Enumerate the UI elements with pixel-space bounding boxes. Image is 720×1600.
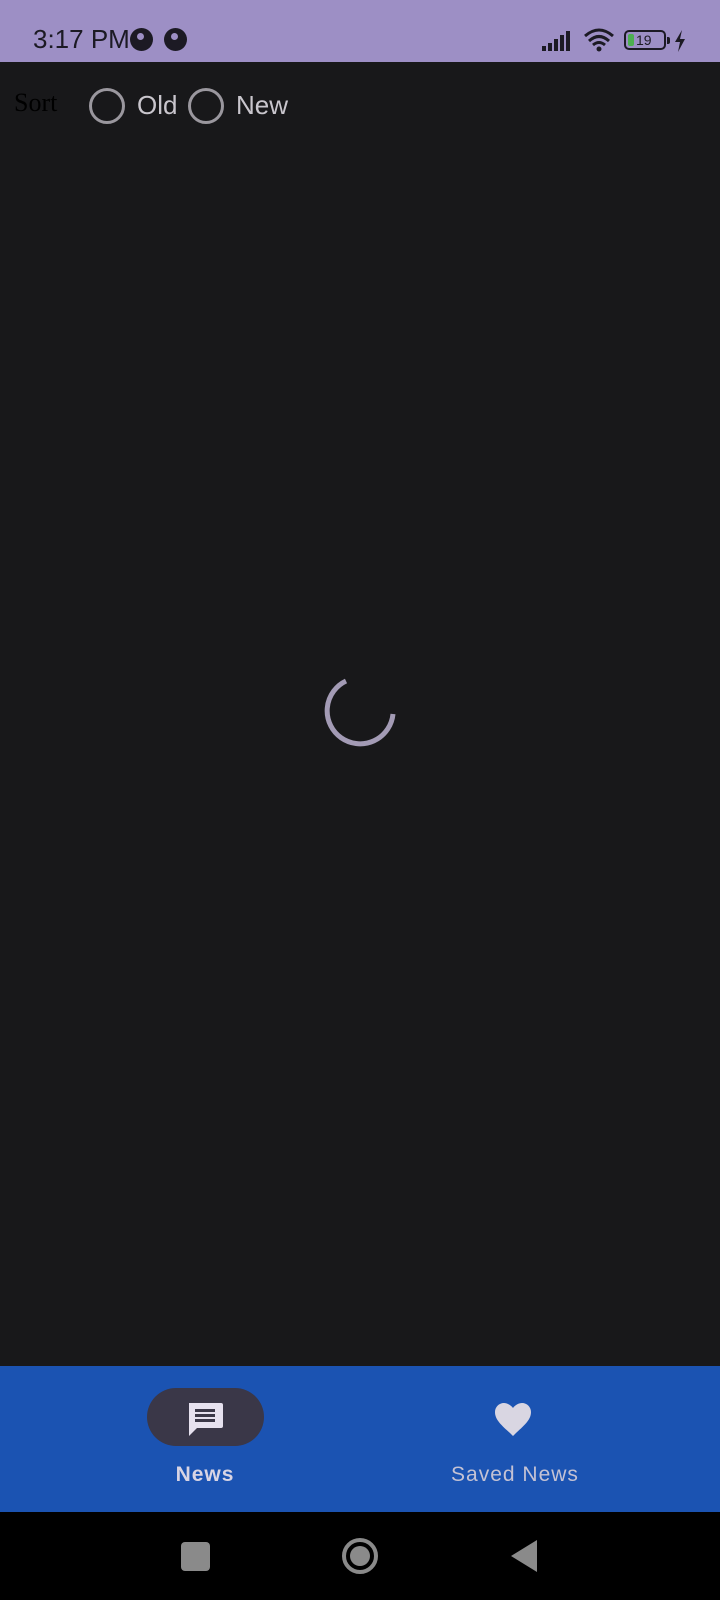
signal-icon (542, 31, 570, 51)
sort-old-label[interactable]: Old (137, 90, 177, 120)
system-nav-bar (0, 1512, 720, 1600)
home-icon[interactable] (341, 1537, 379, 1575)
sort-new-radio[interactable] (188, 88, 224, 124)
nav-item-news[interactable]: News (0, 1366, 360, 1512)
sort-label: Sort (14, 88, 58, 117)
wifi-icon (584, 28, 614, 52)
status-time: 3:17 PM (33, 24, 130, 54)
heart-icon (495, 1403, 531, 1436)
status-bar: 3:17 PM 19 (0, 0, 720, 62)
nav-label-news: News (175, 1463, 235, 1486)
charging-icon (675, 30, 685, 52)
nav-item-saved-news[interactable]: Saved News (360, 1366, 720, 1512)
sort-new-label[interactable]: New (236, 90, 288, 120)
bottom-nav: News Saved News (0, 1366, 720, 1512)
nav-label-saved-news: Saved News (451, 1463, 579, 1486)
app-notification-icon (164, 28, 187, 51)
chat-icon (189, 1403, 223, 1436)
spinner-icon (324, 678, 396, 747)
battery-fill (628, 34, 634, 46)
app-notification-icon (130, 28, 153, 51)
back-icon[interactable] (510, 1539, 538, 1573)
sort-old-radio[interactable] (89, 88, 125, 124)
battery-level: 19 (636, 32, 652, 48)
recents-icon[interactable] (181, 1542, 210, 1571)
sort-row: Sort Old New (0, 62, 720, 152)
battery-icon: 19 (624, 30, 670, 50)
